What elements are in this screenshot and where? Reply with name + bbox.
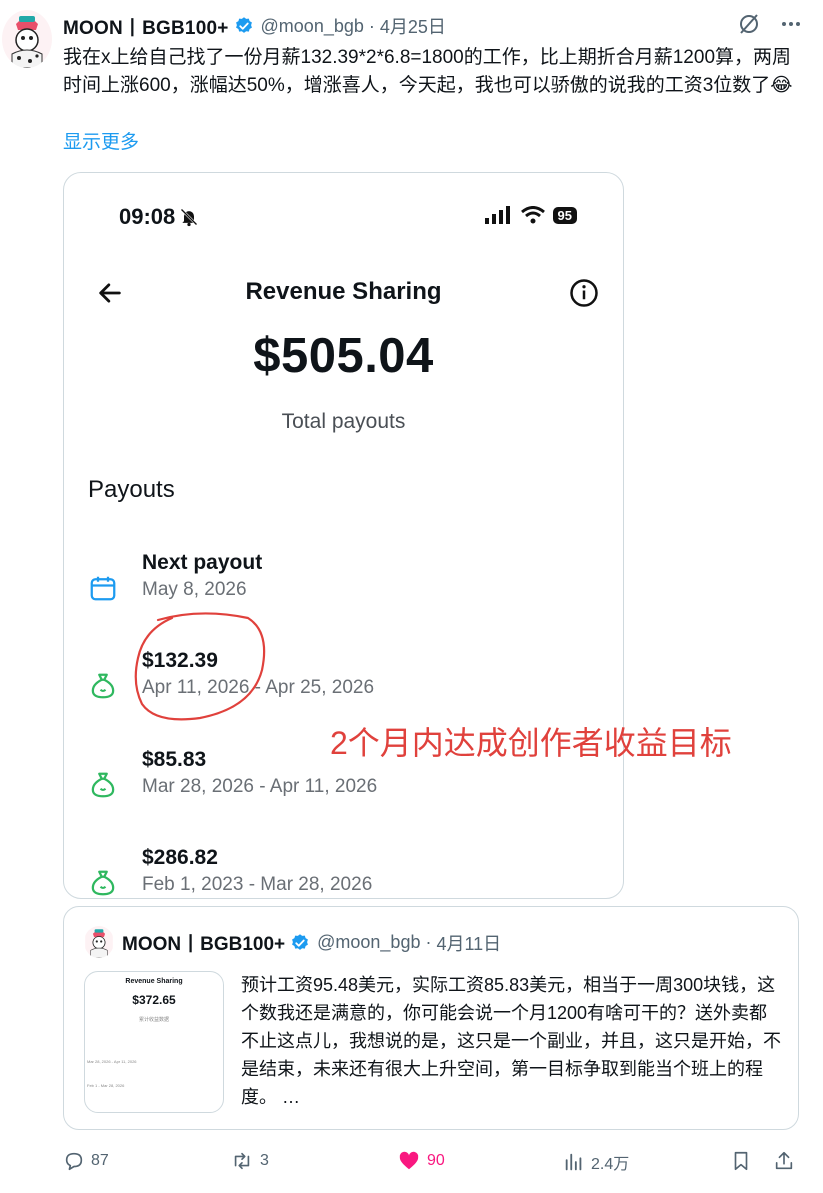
- separator-dot: ·: [368, 15, 375, 36]
- separator-dot: ·: [425, 932, 432, 952]
- bell-muted-icon: [180, 208, 198, 227]
- wifi-icon: [520, 206, 545, 224]
- heart-icon: [399, 1151, 419, 1170]
- payout-date: May 8, 2026: [142, 579, 247, 600]
- repost-icon: [234, 1152, 250, 1170]
- payout-item[interactable]: $132.39 Apr 11, 2026 - Apr 25, 2026: [88, 649, 568, 709]
- author-handle[interactable]: @moon_bgb: [261, 16, 364, 37]
- quoted-author-handle[interactable]: @moon_bgb: [317, 932, 420, 953]
- status-bar-indicators: 95: [484, 206, 577, 224]
- reply-button[interactable]: 87: [63, 1150, 109, 1172]
- thumbnail-subtitle: 累计收益数据: [138, 1017, 169, 1023]
- payout-amount: $85.83: [142, 748, 207, 771]
- reply-icon: [65, 1152, 83, 1171]
- views-count: 2.4万: [591, 1156, 630, 1173]
- views-button[interactable]: 2.4万: [563, 1150, 629, 1174]
- thumbnail-amount: $372.65: [132, 993, 176, 1007]
- payout-item-next[interactable]: Next payout May 8, 2026: [88, 551, 568, 611]
- money-bag-icon: [88, 868, 118, 898]
- more-options-icon[interactable]: [779, 12, 803, 42]
- signal-icon: [484, 206, 510, 224]
- quoted-tweet[interactable]: MOON丨BGB100+ @moon_bgb · 4月11日 Revenue S…: [63, 906, 799, 1130]
- payout-title: Next payout: [142, 551, 263, 574]
- grok-icon[interactable]: [737, 12, 761, 42]
- quoted-author-name[interactable]: MOON丨BGB100+: [122, 929, 285, 956]
- payout-period: Apr 11, 2026 - Apr 25, 2026: [142, 677, 375, 698]
- share-button[interactable]: [773, 1150, 795, 1172]
- payout-period: Feb 1, 2023 - Mar 28, 2026: [142, 874, 373, 895]
- verified-badge-icon[interactable]: [290, 933, 310, 953]
- tweet-header: MOON丨BGB100+ @moon_bgb · 4月25日: [63, 12, 803, 40]
- attached-screenshot[interactable]: 09:08 95 Revenue Sharing $505.04 Total p…: [63, 172, 624, 899]
- author-avatar[interactable]: [2, 10, 52, 68]
- thumbnail-title: Revenue Sharing: [125, 978, 183, 985]
- bookmark-button[interactable]: [730, 1150, 752, 1172]
- repost-button[interactable]: 3: [230, 1150, 269, 1172]
- thumbnail-line: Mar 28, 2026 - Apr 11, 2026: [87, 1059, 137, 1064]
- quoted-tweet-header: MOON丨BGB100+ @moon_bgb · 4月11日: [122, 929, 501, 956]
- reply-count: 87: [91, 1152, 109, 1169]
- tweet-action-bar: 87 3 90 2.4万: [63, 1150, 803, 1178]
- bookmark-icon: [734, 1151, 748, 1171]
- money-bag-icon: [88, 671, 118, 706]
- payouts-heading: Payouts: [88, 476, 175, 503]
- verified-badge-icon[interactable]: [234, 16, 254, 36]
- payout-amount: $286.82: [142, 846, 218, 869]
- show-more-link[interactable]: 显示更多: [63, 127, 139, 154]
- money-bag-icon: [88, 770, 118, 805]
- views-icon: [565, 1153, 582, 1171]
- calendar-icon: [88, 573, 118, 608]
- total-payout-amount: $505.04: [253, 329, 434, 383]
- thumbnail-line: Feb 1 - Mar 28, 2026: [87, 1083, 125, 1088]
- tweet-text: 我在x上给自己找了一份月薪132.39*2*6.8=1800的工作，比上期折合月…: [63, 47, 793, 96]
- quoted-tweet-text: 预计工资95.48美元，实际工资85.83美元，相当于一周300块钱，这个数我还…: [241, 975, 781, 1107]
- payout-period: Mar 28, 2026 - Apr 11, 2026: [142, 776, 378, 797]
- author-name[interactable]: MOON丨BGB100+: [63, 13, 229, 40]
- repost-count: 3: [260, 1152, 269, 1169]
- revenue-sharing-title: Revenue Sharing: [245, 278, 442, 305]
- share-icon: [775, 1151, 793, 1170]
- tweet-date[interactable]: 4月25日: [380, 13, 446, 39]
- payout-amount: $132.39: [142, 649, 218, 672]
- info-icon[interactable]: [569, 278, 599, 313]
- like-count: 90: [427, 1152, 445, 1169]
- quoted-tweet-thumbnail[interactable]: Revenue Sharing $372.65 累计收益数据 Mar 28, 2…: [84, 971, 224, 1113]
- quoted-author-avatar[interactable]: [84, 926, 114, 958]
- total-payouts-label: Total payouts: [281, 410, 406, 433]
- quoted-tweet-date[interactable]: 4月11日: [436, 930, 501, 956]
- payout-item[interactable]: $286.82 Feb 1, 2023 - Mar 28, 2026: [88, 846, 568, 898]
- annotation-text: 2个月内达成创作者收益目标: [330, 725, 732, 761]
- status-bar-time: 09:08: [119, 204, 199, 230]
- like-button[interactable]: 90: [397, 1150, 445, 1172]
- battery-indicator: 95: [552, 206, 577, 224]
